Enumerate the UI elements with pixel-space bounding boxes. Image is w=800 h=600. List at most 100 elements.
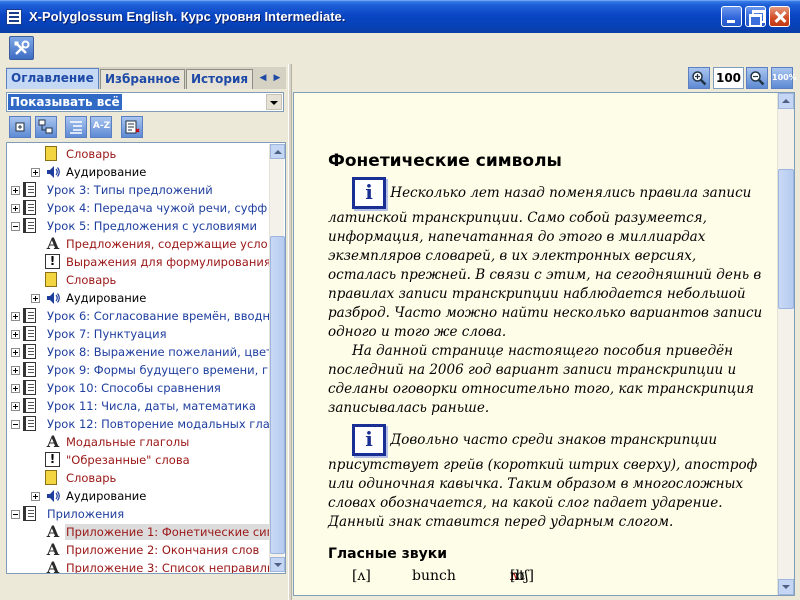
scroll-down-arrow-icon[interactable] (270, 557, 285, 572)
expand-plus-icon[interactable] (11, 312, 20, 321)
expand-plus-icon[interactable] (11, 366, 20, 375)
tree-item[interactable]: Урок 9: Формы будущего времени, г (7, 361, 269, 379)
expand-plus-icon[interactable] (31, 492, 40, 501)
tree-item[interactable]: A Приложение 3: Список неправиль (7, 559, 269, 574)
tree-item-label: Урок 7: Пунктуация (47, 327, 167, 341)
close-button[interactable] (769, 6, 790, 27)
expand-plus-icon[interactable] (11, 384, 20, 393)
app-icon[interactable] (6, 9, 22, 25)
info-icon: i (352, 424, 386, 456)
tree-scrollbar[interactable] (269, 144, 285, 572)
collapse-minus-icon[interactable] (11, 510, 20, 519)
window-title: X-Polyglossum English. Курс уровня Inter… (29, 9, 346, 24)
filter-dropdown[interactable]: Показывать всё (6, 92, 284, 112)
tree-item-label: Аудирование (66, 291, 147, 305)
tree-item[interactable]: Урок 7: Пунктуация (7, 325, 269, 343)
tree-item[interactable]: Приложения (7, 505, 269, 523)
tree-item-label: Урок 3: Типы предложений (47, 183, 213, 197)
tree-item[interactable]: A Приложение 1: Фонетические сим (7, 523, 269, 541)
tree-item[interactable]: Аудирование (7, 487, 269, 505)
yellow-book-icon (45, 470, 57, 485)
tab-favorites[interactable]: Избранное (100, 69, 185, 89)
collapse-all-button[interactable] (35, 116, 57, 138)
tab-scroll-left-icon[interactable]: ◀ (257, 71, 269, 86)
tree-item-label: Словарь (66, 147, 117, 161)
expand-plus-icon[interactable] (31, 168, 40, 177)
grammar-a-icon: A (46, 541, 60, 559)
collapse-minus-icon[interactable] (11, 222, 20, 231)
scroll-down-arrow-icon[interactable] (778, 579, 794, 595)
expand-plus-icon[interactable] (11, 330, 20, 339)
tree-item[interactable]: ! "Обрезанные" слова (7, 451, 269, 469)
tree-item[interactable]: Словарь (7, 271, 269, 289)
expand-plus-icon[interactable] (11, 348, 20, 357)
book-icon (23, 326, 36, 341)
tree-item-label: Урок 8: Выражение пожеланий, цвет (47, 345, 269, 359)
filter-selected-value: Показывать всё (8, 94, 122, 110)
scrollbar-thumb[interactable] (270, 236, 285, 554)
tree-item[interactable]: Урок 12: Повторение модальных гла (7, 415, 269, 433)
book-icon (23, 182, 36, 197)
tools-icon (14, 40, 30, 55)
tree-item[interactable]: Аудирование (7, 289, 269, 307)
zoom-reset-button[interactable]: 100% (771, 67, 797, 89)
paragraph-3-text: Довольно часто среди знаков транскрипции… (328, 432, 758, 530)
content-scrollbar[interactable] (777, 93, 794, 595)
tree-item-label: Приложение 1: Фонетические сим (65, 524, 269, 540)
zoom-in-button[interactable] (688, 67, 710, 89)
tree-item[interactable]: ! Выражения для формулирования (7, 253, 269, 271)
tab-contents[interactable]: Оглавление (6, 68, 99, 89)
page-title: Фонетические символы (328, 151, 562, 171)
chevron-down-icon[interactable] (266, 94, 282, 110)
expand-plus-icon[interactable] (11, 186, 20, 195)
tree-item[interactable]: Урок 8: Выражение пожеланий, цвет (7, 343, 269, 361)
tree-structure-icon (38, 119, 53, 134)
tree-item[interactable]: Урок 5: Предложения с условиями (7, 217, 269, 235)
expand-plus-icon[interactable] (31, 294, 40, 303)
sort-az-button[interactable]: A-Z (90, 116, 112, 138)
tab-scroll-right-icon[interactable]: ▶ (271, 71, 283, 86)
zoom-in-icon (692, 71, 707, 86)
scrollbar-thumb[interactable] (778, 169, 794, 309)
zoom-out-button[interactable] (746, 67, 768, 89)
info-paragraph-3: i Довольно часто среди знаков транскрипц… (328, 424, 768, 532)
restore-button[interactable] (745, 6, 766, 27)
expand-plus-icon[interactable] (11, 402, 20, 411)
tree-item[interactable]: Словарь (7, 145, 269, 163)
scroll-up-arrow-icon[interactable] (778, 93, 794, 109)
book-icon (23, 380, 36, 395)
tree-item-label: "Обрезанные" слова (66, 453, 190, 467)
tree-item[interactable]: Урок 4: Передача чужой речи, суфф (7, 199, 269, 217)
tree-item[interactable]: Аудирование (7, 163, 269, 181)
expand-all-button[interactable] (9, 116, 31, 138)
panel-splitter[interactable] (288, 64, 292, 600)
paragraph-1-text: Несколько лет назад поменялись правила з… (328, 185, 763, 340)
book-icon (23, 344, 36, 359)
yellow-book-icon (45, 146, 57, 161)
minimize-button[interactable] (721, 6, 742, 27)
tree-item[interactable]: A Модальные глаголы (7, 433, 269, 451)
tab-history[interactable]: История (186, 69, 253, 89)
list-view-button[interactable] (65, 116, 87, 138)
tools-button[interactable] (9, 36, 34, 60)
exclamation-icon: ! (45, 254, 60, 269)
collapse-minus-icon[interactable] (11, 420, 20, 429)
tree-item[interactable]: A Предложения, содержащие усло (7, 235, 269, 253)
tree-item[interactable]: Урок 6: Согласование времён, вводн (7, 307, 269, 325)
bookmark-button[interactable] (121, 116, 143, 138)
grammar-a-icon: A (46, 523, 60, 541)
example-word: bunch (412, 568, 456, 584)
zoom-value-field[interactable]: 100 (713, 67, 744, 89)
phonetic-symbol: [ʌ] (352, 568, 371, 584)
tree-item[interactable]: Словарь (7, 469, 269, 487)
tree-item[interactable]: Урок 11: Числа, даты, математика (7, 397, 269, 415)
tree-item[interactable]: Урок 10: Способы сравнения (7, 379, 269, 397)
contents-tree[interactable]: Словарь Аудирование Урок 3: Типы предложен… (6, 142, 286, 574)
title-bar[interactable]: X-Polyglossum English. Курс уровня Inter… (0, 0, 800, 33)
tree-item[interactable]: A Приложение 2: Окончания слов (7, 541, 269, 559)
scroll-up-arrow-icon[interactable] (270, 144, 285, 159)
expand-plus-icon[interactable] (11, 204, 20, 213)
tree-item-label: Приложение 3: Список неправиль (66, 561, 269, 574)
book-icon (23, 200, 36, 215)
tree-item[interactable]: Урок 3: Типы предложений (7, 181, 269, 199)
